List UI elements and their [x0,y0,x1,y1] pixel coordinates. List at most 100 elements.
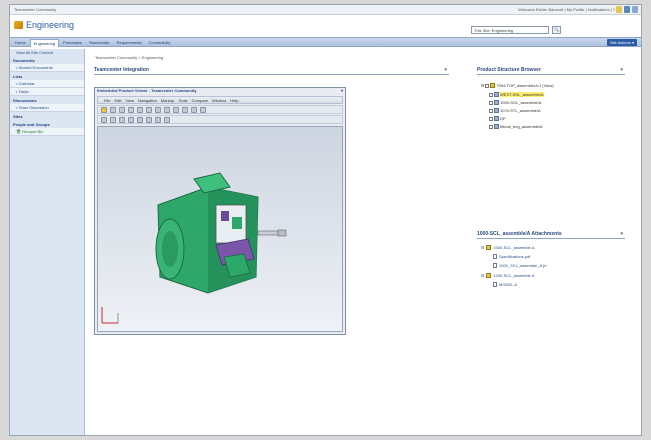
breadcrumb[interactable]: Teamcenter Community > Engineering [95,55,163,60]
site-actions-button[interactable]: Site Actions ▾ [606,39,637,46]
part-icon [494,108,499,113]
3d-model [101,172,287,324]
menu-edit[interactable]: Edit [114,98,121,103]
menu-view[interactable]: View [125,98,134,103]
fit-icon[interactable] [182,106,188,113]
site-title[interactable]: Engineering [26,20,74,30]
checkbox[interactable] [489,124,493,129]
tree-item-label: 1000-SGL_assemble/A [500,100,542,105]
expand-icon[interactable]: ⊟ [481,273,484,278]
settings-icon[interactable] [624,6,630,13]
menu-markup[interactable]: Markup [161,98,174,103]
attachment-file[interactable]: Specifications.pdf [493,254,530,259]
zoom-icon[interactable] [164,106,170,113]
tree-item-label: tiltrcat_eng_assemble/A [500,124,543,129]
measure-icon[interactable] [191,106,197,113]
checkbox[interactable] [485,83,490,88]
site-link[interactable]: Teamcenter Community [14,7,56,12]
attachment-folder[interactable]: ⊟ 1000-SCL_assemble.A [481,273,535,278]
checkbox[interactable] [489,116,493,121]
select-icon[interactable] [146,106,152,113]
viewer-menu-icon[interactable]: ▾ [341,88,343,93]
redo-icon[interactable] [137,106,143,113]
assembly-icon [490,83,496,88]
menu-navigation[interactable]: Navigation [138,98,157,103]
psb-title: Product Structure Browser [477,67,541,73]
nav-tabs: Home Engineering Processes Teamcenter Re… [12,39,173,47]
checkbox[interactable] [489,100,493,105]
view-front-icon[interactable] [101,116,107,123]
sidebar-header-sites[interactable]: Sites [10,113,84,120]
sidebar-item-team-discussion[interactable]: • Team Discussion [10,104,84,112]
attachment-file[interactable]: MODEL.A [493,282,517,287]
checkbox[interactable] [489,92,493,97]
sidebar-header-documents[interactable]: Documents [10,57,84,64]
tree-item[interactable]: WEST-SHL_assemble/A [489,92,544,97]
shaded-icon[interactable] [137,116,143,123]
tab-engineering[interactable]: Engineering [29,39,60,47]
menu-window[interactable]: Window [212,98,226,103]
part-icon [494,124,499,129]
sidebar-item-calendar[interactable]: • Calendar [10,80,84,88]
view-side-icon[interactable] [119,116,125,123]
tab-teamcenter[interactable]: Teamcenter [86,39,113,47]
sidebar-header-people[interactable]: People and Groups [10,121,84,128]
menu-help[interactable]: Help [230,98,238,103]
close-icon[interactable] [632,6,638,13]
attachments-title: 1000-SCL_assemble/A Attachments [477,231,562,237]
attachment-folder[interactable]: ⊟ 1000-SCL_assemble.A [481,245,535,250]
menu-compare[interactable]: Compare [192,98,208,103]
attachment-label: MODEL.A [499,282,518,287]
expand-icon[interactable]: ⊟ [481,245,484,250]
tab-processes[interactable]: Processes [60,39,85,47]
tree-item[interactable]: ⊟ 7094-TOP_assemble/A:1 (View) [481,83,554,88]
sidebar-header-lists[interactable]: Lists [10,73,84,80]
user-welcome[interactable]: Welcome Esther Bancroft | My Profile | N… [518,7,615,12]
print-icon[interactable] [119,106,125,113]
help-icon[interactable] [616,6,622,13]
attachments-menu-icon[interactable]: ▾ [620,231,623,237]
integration-menu-icon[interactable]: ▾ [444,67,447,73]
tree-item[interactable]: tiltrcat_eng_assemble/A [489,124,543,129]
view-top-icon[interactable] [110,116,116,123]
section-icon[interactable] [200,106,206,113]
view-iso-icon[interactable] [128,116,134,123]
top-bar: Teamcenter Community Welcome Esther Banc… [10,5,641,15]
folder-icon [486,245,492,250]
menu-tools[interactable]: Tools [178,98,187,103]
tab-requirements[interactable]: Requirements [114,39,145,47]
menu-file[interactable]: File [104,98,110,103]
search-icon[interactable]: 🔍 [552,26,561,34]
pdf-file-icon [493,254,497,259]
tab-connectivity[interactable]: Connectivity [146,39,174,47]
sidebar-item-tasks[interactable]: • Tasks [10,88,84,96]
pan-icon[interactable] [155,106,161,113]
tree-item[interactable]: DP [489,116,506,121]
sidebar-header-discussions[interactable]: Discussions [10,97,84,104]
integration-title: Teamcenter Integration [94,67,149,73]
undo-icon[interactable] [128,106,134,113]
hidden-line-icon[interactable] [155,116,161,123]
expand-icon[interactable]: ⊟ [481,83,484,88]
tree-item[interactable]: 1070-STL_assemble/A [489,108,541,113]
viewer-title: Embedded Product Viewer - Teamcenter Com… [95,88,345,95]
3d-canvas[interactable] [97,126,343,332]
attachment-file[interactable]: 1000_SCL_assemble_A.jrt [493,263,547,268]
sidebar-item-label: Team Discussion [18,105,49,110]
tab-home[interactable]: Home [12,39,29,47]
attachment-label: Specifications.pdf [499,254,531,259]
save-icon[interactable] [110,106,116,113]
explode-icon[interactable] [164,116,170,123]
open-icon[interactable] [101,106,107,113]
sidebar-item-shared-documents[interactable]: • Shared Documents [10,64,84,72]
rotate-icon[interactable] [173,106,179,113]
wireframe-icon[interactable] [146,116,152,123]
tree-item-label: WEST-SHL_assemble/A [500,92,544,97]
tree-item[interactable]: 1000-SGL_assemble/A [489,100,541,105]
search-input[interactable]: This Site: Engineering [471,26,549,34]
attachment-label: 1000_SCL_assemble_A.jrt [499,263,547,268]
view-all-link[interactable]: View All Site Content [10,49,84,56]
recycle-bin-link[interactable]: 🗑 Recycle Bin [10,128,84,136]
checkbox[interactable] [489,108,493,113]
psb-menu-icon[interactable]: ▾ [620,67,623,73]
